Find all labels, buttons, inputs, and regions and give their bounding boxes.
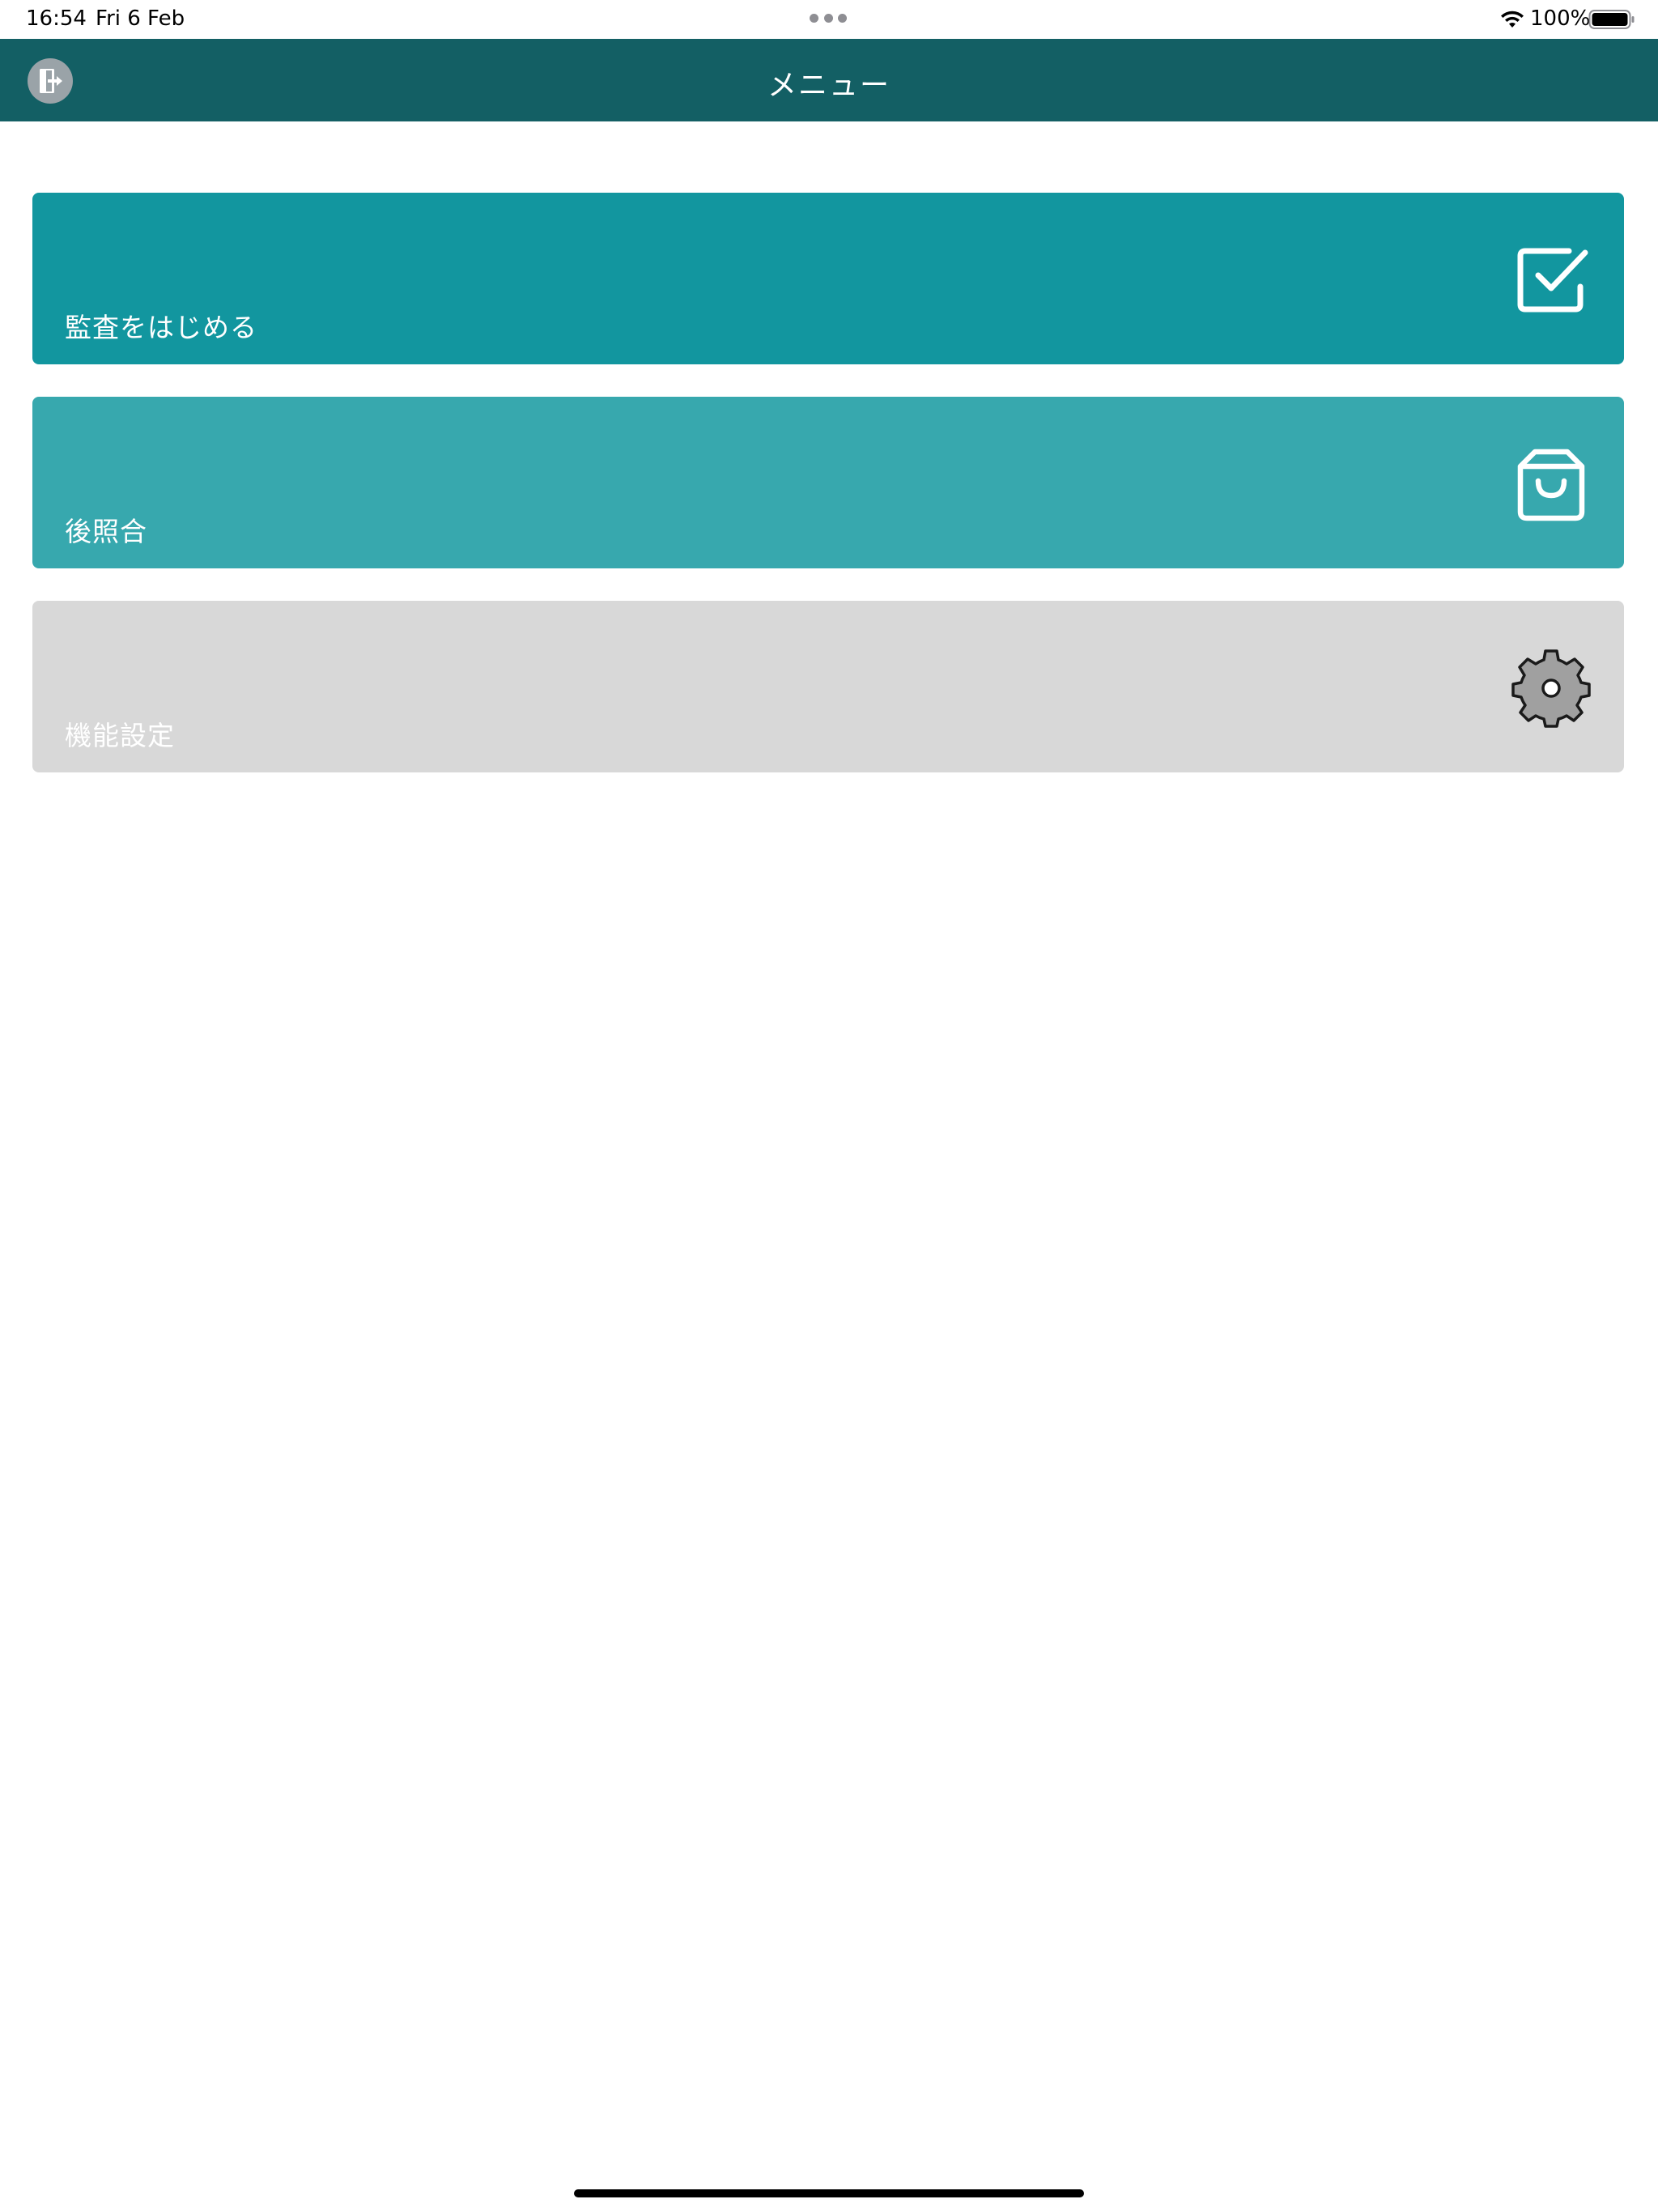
navigation-bar: メニュー	[0, 39, 1658, 121]
multitasking-dots-icon[interactable]	[810, 14, 847, 23]
function-settings-label: 機能設定	[65, 720, 175, 751]
shopping-bag-icon	[1517, 449, 1585, 521]
status-date: Fri 6 Feb	[96, 6, 185, 31]
wifi-icon	[1501, 11, 1524, 28]
start-audit-label: 監査をはじめる	[65, 312, 257, 343]
post-verification-button[interactable]: 後照合	[32, 397, 1624, 568]
status-time: 16:54	[26, 6, 87, 31]
start-audit-button[interactable]: 監査をはじめる	[32, 193, 1624, 364]
gear-icon	[1511, 649, 1591, 728]
home-indicator[interactable]	[574, 2189, 1084, 2197]
checkbox-checked-icon	[1517, 248, 1588, 313]
page-title: メニュー	[767, 69, 891, 102]
post-verification-label: 後照合	[65, 516, 147, 547]
status-bar: 16:54 Fri 6 Feb 100%	[0, 0, 1658, 39]
battery-percentage: 100%	[1530, 6, 1591, 31]
function-settings-button[interactable]: 機能設定	[32, 601, 1624, 772]
battery-icon	[1588, 10, 1635, 29]
